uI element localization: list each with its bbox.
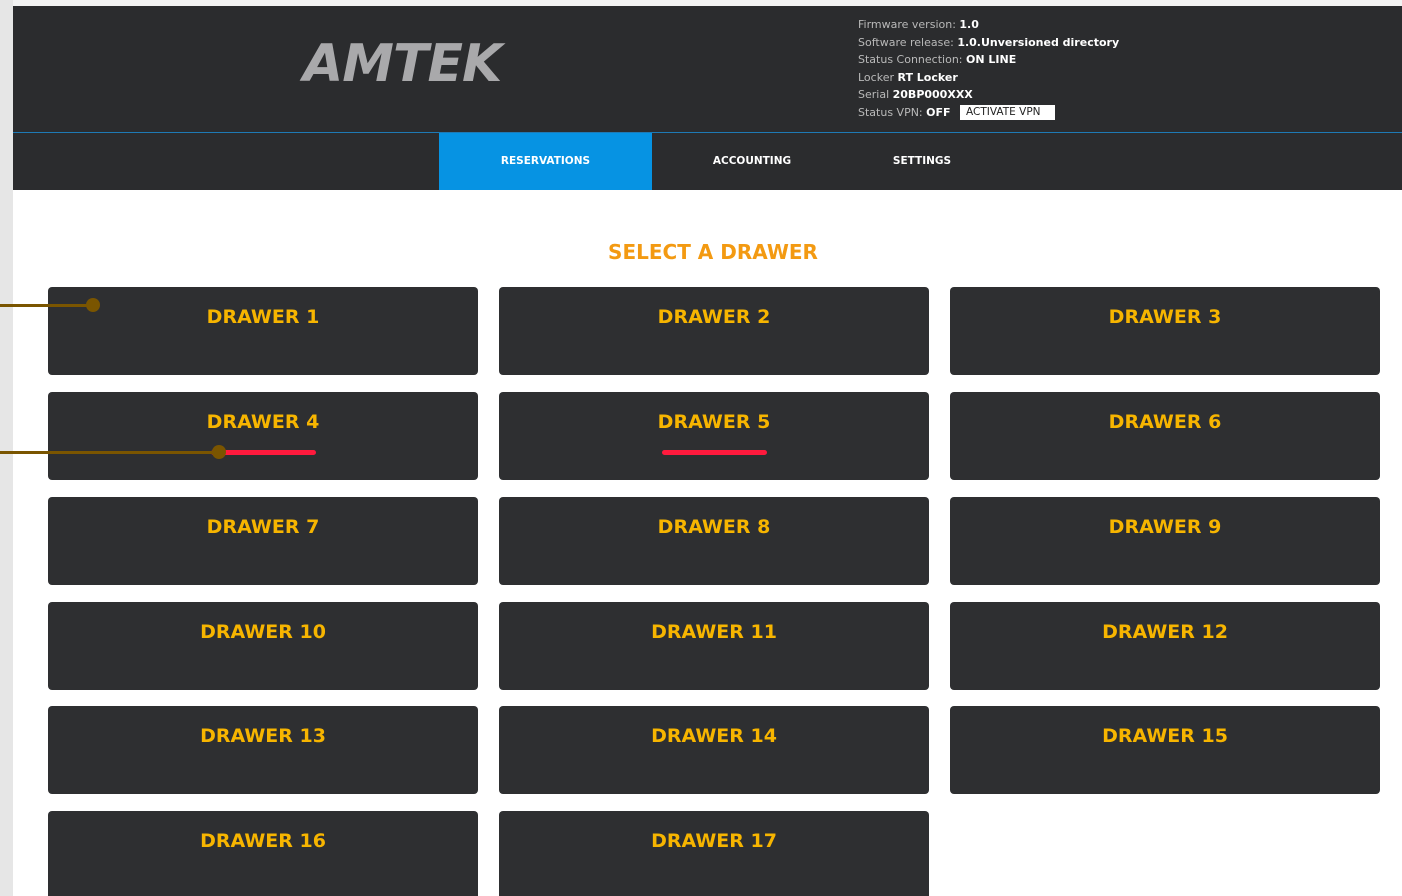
drawer-button-1[interactable]: DRAWER 1 [48, 287, 478, 375]
drawer-label: DRAWER 1 [206, 306, 320, 328]
annotation-pointer-dot [86, 298, 100, 312]
drawer-label: DRAWER 10 [200, 621, 326, 643]
drawer-button-13[interactable]: DRAWER 13 [48, 706, 478, 794]
drawer-button-11[interactable]: DRAWER 11 [499, 602, 929, 690]
page-title: SELECT A DRAWER [608, 240, 818, 264]
drawer-label: DRAWER 16 [200, 830, 326, 852]
drawer-label: DRAWER 13 [200, 725, 326, 747]
system-info: Firmware version: 1.0 Software release: … [858, 16, 1119, 122]
vpn-value: OFF [926, 105, 951, 119]
drawer-alert-bar [211, 450, 316, 455]
drawer-button-5[interactable]: DRAWER 5 [499, 392, 929, 480]
software-value: 1.0.Unversioned directory [957, 35, 1120, 49]
drawer-label: DRAWER 12 [1102, 621, 1228, 643]
software-row: Software release: 1.0.Unversioned direct… [858, 34, 1119, 52]
serial-label: Serial [858, 88, 893, 102]
drawer-label: DRAWER 14 [651, 725, 777, 747]
drawer-label: DRAWER 4 [206, 411, 320, 433]
serial-value: 20BP000XXX [892, 88, 973, 102]
drawer-label: DRAWER 9 [1108, 516, 1222, 538]
locker-row: Locker RT Locker [858, 69, 1119, 87]
firmware-row: Firmware version: 1.0 [858, 16, 1119, 34]
locker-label: Locker [858, 70, 898, 84]
drawer-label: DRAWER 15 [1102, 725, 1228, 747]
annotation-pointer-line [0, 304, 92, 307]
vpn-label: Status VPN: [858, 105, 927, 119]
amtek-logo: AMTEK [303, 34, 502, 94]
vpn-row: Status VPN: OFF ACTIVATE VPN [858, 104, 1119, 122]
drawer-label: DRAWER 5 [657, 411, 771, 433]
status-connection-row: Status Connection: ON LINE [858, 51, 1119, 69]
drawer-label: DRAWER 7 [206, 516, 320, 538]
locker-value: RT Locker [897, 70, 958, 84]
drawer-button-4[interactable]: DRAWER 4 [48, 392, 478, 480]
annotation-pointer-line [0, 451, 218, 454]
status-connection-value: ON LINE [966, 53, 1017, 67]
activate-vpn-button[interactable]: ACTIVATE VPN [960, 105, 1055, 121]
status-connection-label: Status Connection: [858, 53, 966, 67]
drawer-button-15[interactable]: DRAWER 15 [950, 706, 1380, 794]
header: AMTEK Firmware version: 1.0 Software rel… [13, 6, 1402, 190]
drawer-label: DRAWER 11 [651, 621, 777, 643]
drawer-button-9[interactable]: DRAWER 9 [950, 497, 1380, 585]
annotation-pointer-dot [212, 445, 226, 459]
drawer-button-7[interactable]: DRAWER 7 [48, 497, 478, 585]
firmware-value: 1.0 [959, 18, 979, 31]
drawer-button-17[interactable]: DRAWER 17 [499, 811, 929, 896]
software-label: Software release: [858, 35, 958, 49]
drawer-button-8[interactable]: DRAWER 8 [499, 497, 929, 585]
drawer-label: DRAWER 2 [657, 306, 771, 328]
drawer-button-14[interactable]: DRAWER 14 [499, 706, 929, 794]
drawer-button-12[interactable]: DRAWER 12 [950, 602, 1380, 690]
serial-row: Serial 20BP000XXX [858, 86, 1119, 104]
drawer-button-3[interactable]: DRAWER 3 [950, 287, 1380, 375]
drawer-button-2[interactable]: DRAWER 2 [499, 287, 929, 375]
drawer-button-10[interactable]: DRAWER 10 [48, 602, 478, 690]
drawer-label: DRAWER 17 [651, 830, 777, 852]
tab-settings[interactable]: SETTINGS [852, 133, 992, 190]
drawer-button-6[interactable]: DRAWER 6 [950, 392, 1380, 480]
tab-accounting[interactable]: ACCOUNTING [652, 133, 852, 190]
main-nav: RESERVATIONS ACCOUNTING SETTINGS [13, 133, 1402, 190]
tab-reservations[interactable]: RESERVATIONS [439, 133, 652, 190]
drawer-alert-bar [662, 450, 767, 455]
firmware-label: Firmware version: [858, 18, 960, 31]
left-rail [0, 0, 13, 896]
drawer-button-16[interactable]: DRAWER 16 [48, 811, 478, 896]
drawer-label: DRAWER 8 [657, 516, 771, 538]
drawer-label: DRAWER 6 [1108, 411, 1222, 433]
drawer-label: DRAWER 3 [1108, 306, 1222, 328]
